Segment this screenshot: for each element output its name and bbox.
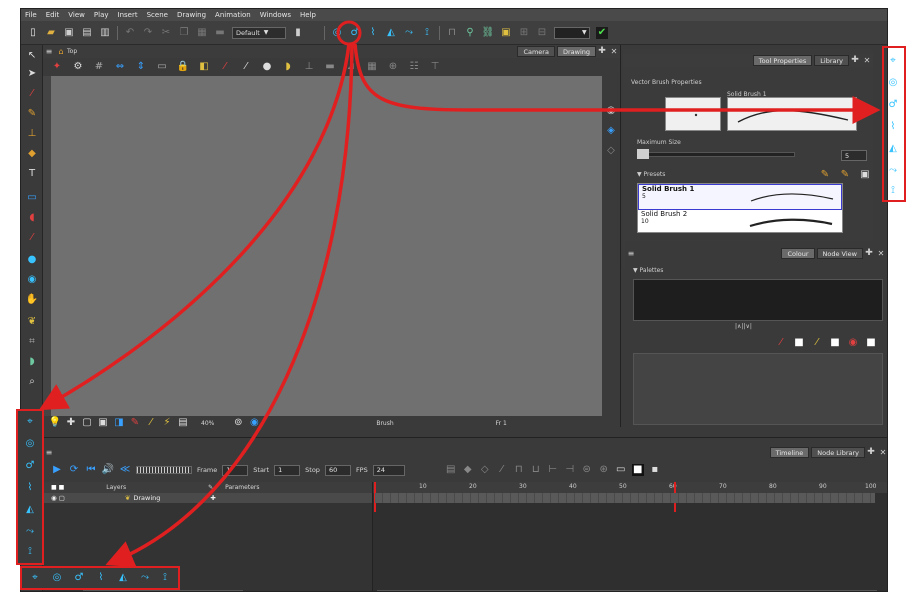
arrow-to-bottom-toolbar <box>105 43 354 568</box>
annotation-arrows <box>38 20 881 568</box>
arrow-to-right-toolbar <box>353 43 881 124</box>
source-highlight-circle <box>336 20 362 46</box>
arrow-to-left-toolbar <box>38 43 351 411</box>
